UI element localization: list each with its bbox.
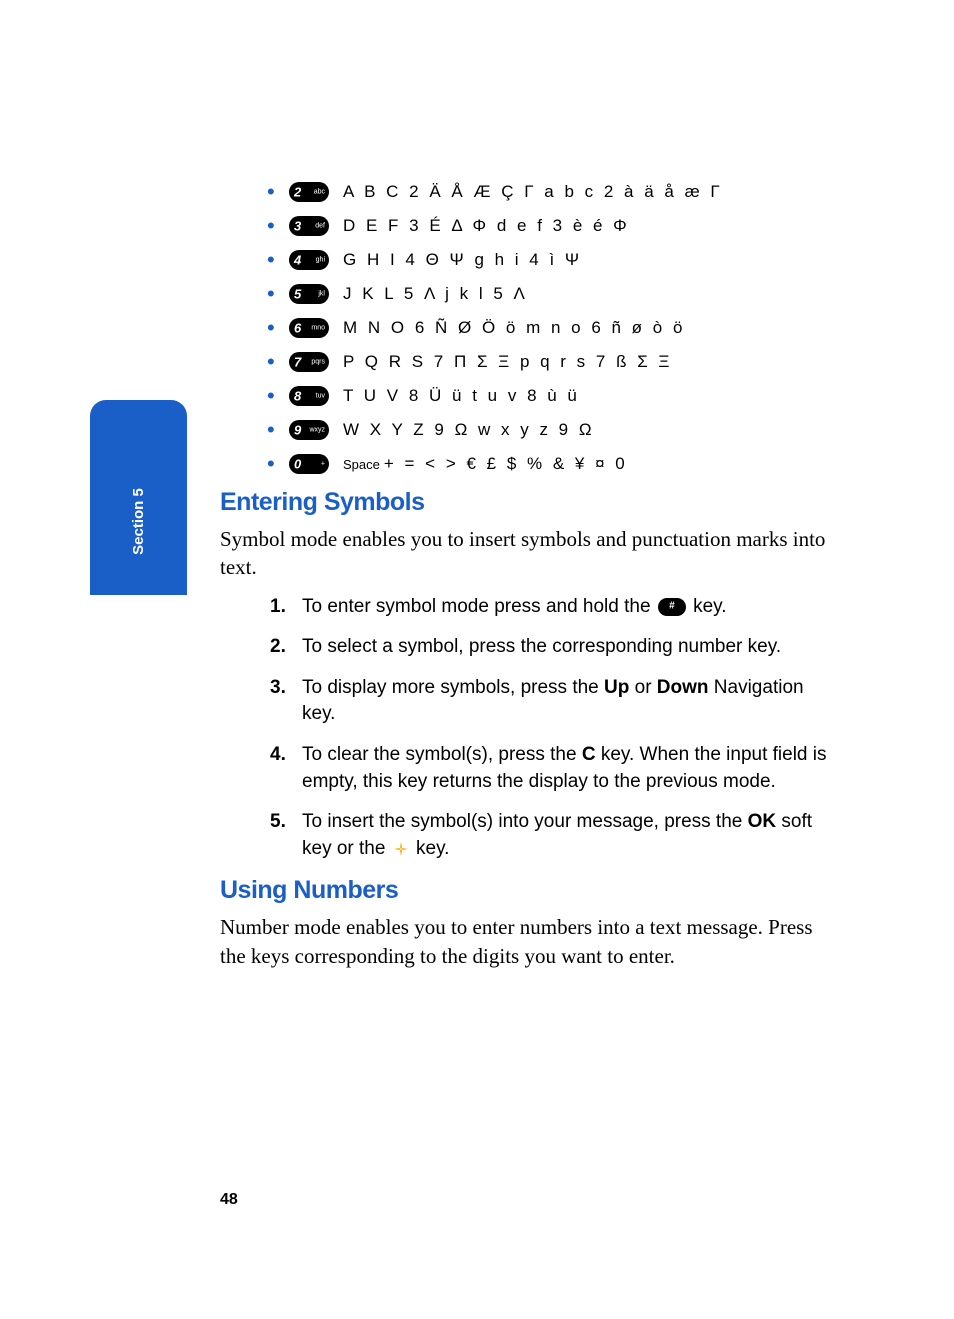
key-3-icon: 3def xyxy=(289,216,329,236)
key-2-chars: A B C 2 Ä Å Æ Ç Γ a b c 2 à ä å æ Γ xyxy=(343,182,723,202)
key-character-list: 2abc A B C 2 Ä Å Æ Ç Γ a b c 2 à ä å æ Γ… xyxy=(220,180,834,476)
key-4-chars: G H I 4 Θ Ψ g h i 4 ì Ψ xyxy=(343,250,582,270)
key-row-5: 5jkl J K L 5 Λ j k l 5 Λ xyxy=(267,282,834,306)
key-row-4: 4ghi G H I 4 Θ Ψ g h i 4 ì Ψ xyxy=(267,248,834,272)
key-8-icon: 8tuv xyxy=(289,386,329,406)
page-number: 48 xyxy=(220,1191,238,1209)
key-4-icon: 4ghi xyxy=(289,250,329,270)
symbol-steps-list: To enter symbol mode press and hold the … xyxy=(220,594,834,863)
key-3-chars: D E F 3 É Δ Φ d e f 3 è é Φ xyxy=(343,216,630,236)
symbols-intro-paragraph: Symbol mode enables you to insert symbol… xyxy=(220,525,834,582)
key-row-0: 0+ Space+ = < > € £ $ % & ¥ ¤ 0 xyxy=(267,452,834,476)
key-row-3: 3def D E F 3 É Δ Φ d e f 3 è é Φ xyxy=(267,214,834,238)
key-row-8: 8tuv T U V 8 Ü ü t u v 8 ù ü xyxy=(267,384,834,408)
heading-entering-symbols: Entering Symbols xyxy=(220,488,834,517)
key-0-icon: 0+ xyxy=(289,454,329,474)
key-9-chars: W X Y Z 9 Ω w x y z 9 Ω xyxy=(343,420,595,440)
key-6-icon: 6mno xyxy=(289,318,329,338)
key-5-chars: J K L 5 Λ j k l 5 Λ xyxy=(343,284,528,304)
key-0-chars: Space+ = < > € £ $ % & ¥ ¤ 0 xyxy=(343,454,628,474)
key-row-9: 9wxyz W X Y Z 9 Ω w x y z 9 Ω xyxy=(267,418,834,442)
step-3: To display more symbols, press the Up or… xyxy=(270,675,834,728)
hash-key-icon: # xyxy=(658,598,686,616)
step-1: To enter symbol mode press and hold the … xyxy=(270,594,834,621)
key-6-chars: M N O 6 Ñ Ø Ö ö m n o 6 ñ ø ò ö xyxy=(343,318,685,338)
key-9-icon: 9wxyz xyxy=(289,420,329,440)
key-7-icon: 7pqrs xyxy=(289,352,329,372)
numbers-intro-paragraph: Number mode enables you to enter numbers… xyxy=(220,913,834,970)
page-content: 2abc A B C 2 Ä Å Æ Ç Γ a b c 2 à ä å æ Γ… xyxy=(0,0,954,1319)
key-7-chars: P Q R S 7 Π Σ Ξ p q r s 7 ß Σ Ξ xyxy=(343,352,672,372)
key-row-2: 2abc A B C 2 Ä Å Æ Ç Γ a b c 2 à ä å æ Γ xyxy=(267,180,834,204)
step-2: To select a symbol, press the correspond… xyxy=(270,634,834,661)
nav-star-icon xyxy=(392,840,410,858)
key-2-icon: 2abc xyxy=(289,182,329,202)
key-row-7: 7pqrs P Q R S 7 Π Σ Ξ p q r s 7 ß Σ Ξ xyxy=(267,350,834,374)
step-5: To insert the symbol(s) into your messag… xyxy=(270,809,834,862)
key-5-icon: 5jkl xyxy=(289,284,329,304)
key-row-6: 6mno M N O 6 Ñ Ø Ö ö m n o 6 ñ ø ò ö xyxy=(267,316,834,340)
key-8-chars: T U V 8 Ü ü t u v 8 ù ü xyxy=(343,386,580,406)
heading-using-numbers: Using Numbers xyxy=(220,876,834,905)
step-4: To clear the symbol(s), press the C key.… xyxy=(270,742,834,795)
